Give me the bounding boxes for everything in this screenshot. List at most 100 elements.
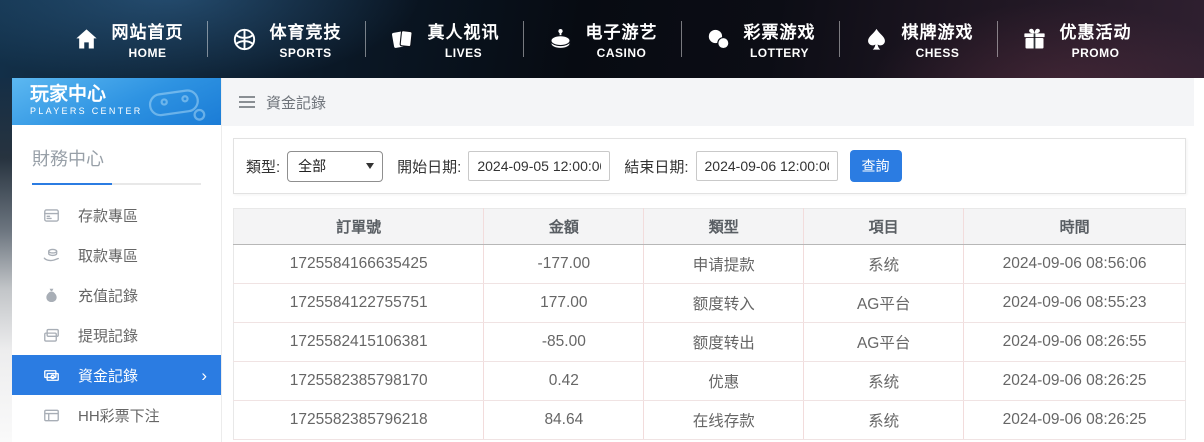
table-row: 1725582415106381 -85.00 额度转出 AG平台 2024-09-06… [233, 322, 1186, 362]
sidebar-menu: 存款專區取款專區充值記錄提現記錄資金記錄 › HH彩票下注廳室投註記錄 [12, 195, 221, 442]
start-date-input[interactable] [468, 151, 611, 181]
table-cell: 申请提款 [643, 244, 804, 284]
table-cell: 2024-09-06 08:26:25 [963, 361, 1186, 401]
breadcrumb: 資金記錄 [222, 78, 1194, 126]
breadcrumb-label: 資金記錄 [266, 94, 327, 112]
search-button[interactable]: 查詢 [849, 150, 902, 182]
deposit-icon [42, 206, 61, 225]
nav-item-casino[interactable]: 电子游艺 CASINO [547, 18, 658, 60]
table-cell: 1725582385796218 [233, 400, 484, 440]
nav-label-en: HOME [128, 46, 167, 60]
sidebar: 玩家中心 PLAYERS CENTER 財務中心 存款專區 取款專區 充值記錄 提現記… [12, 78, 222, 442]
table-cell: 1725584166635425 [233, 244, 484, 284]
table-cell: AG平台 [803, 322, 964, 362]
nav-item-lottery[interactable]: 彩票游戏 LOTTERY [705, 18, 816, 60]
table-cell: 额度转出 [643, 322, 804, 362]
table-cell: 额度转入 [643, 283, 804, 323]
nav-divider [838, 21, 840, 57]
table-row: 1725582385798170 0.42 优惠 系统 2024-09-06 08:26… [233, 361, 1186, 401]
funds-table: 訂單號 金額 類型 項目 時間 1725584166635425 -177.00 申请提款系… [233, 208, 1186, 440]
end-date-label: 結束日期: [624, 158, 689, 176]
nav-divider [522, 21, 524, 57]
nav-label-en: LIVES [444, 46, 483, 60]
nav-item-text: 真人视讯 LIVES [428, 18, 500, 60]
nav-label-en: PROMO [1071, 46, 1120, 60]
end-date-input[interactable] [695, 151, 838, 181]
nav-label-zh: 真人视讯 [427, 23, 500, 42]
page-background-strip [0, 78, 12, 442]
table-cell: 84.64 [483, 400, 644, 440]
sidebar-item-label: 取款專區 [78, 247, 139, 265]
nav-label-zh: 彩票游戏 [743, 23, 816, 42]
sidebar-item-cashout-record[interactable]: 提現記錄 [12, 315, 221, 355]
sidebar-item-deposit-zone[interactable]: 存款專區 [12, 195, 221, 235]
table-cell: 1725582415106381 [233, 322, 484, 362]
nav-label-en: CASINO [596, 46, 647, 60]
sidebar-item-withdraw-zone[interactable]: 取款專區 [12, 235, 221, 275]
table-cell: -177.00 [483, 244, 644, 284]
start-date-label: 開始日期: [397, 158, 462, 176]
sidebar-item-label: HH彩票下注 [78, 407, 160, 425]
table-cell: 1725582385798170 [233, 361, 484, 401]
gift-icon [1021, 26, 1048, 53]
nav-item-chess[interactable]: 棋牌游戏 CHESS [863, 18, 974, 60]
table-cell: -85.00 [483, 322, 644, 362]
column-header: 項目 [803, 208, 964, 245]
nav-label-en: SPORTS [279, 46, 332, 60]
players-center-header: 玩家中心 PLAYERS CENTER [12, 78, 221, 125]
menu-icon[interactable] [238, 95, 256, 109]
cards-icon [389, 26, 416, 53]
sports-icon [231, 26, 258, 53]
nav-item-lives[interactable]: 真人视讯 LIVES [389, 18, 500, 60]
nav-item-promo[interactable]: 优惠活动 PROMO [1021, 18, 1132, 60]
withdraw-icon [42, 246, 61, 265]
nav-item-text: 体育竞技 SPORTS [270, 18, 342, 60]
table-cell: 系统 [803, 361, 964, 401]
nav-item-text: 网站首页 HOME [112, 18, 184, 60]
type-select-value: 全部 [298, 158, 327, 174]
sidebar-item-label: 存款專區 [78, 207, 139, 225]
recharge-icon [42, 286, 61, 305]
filter-bar: 類型: 全部 開始日期: 結束日期: 查詢 [233, 138, 1186, 194]
top-nav: 网站首页 HOME 体育竞技 SPORTS 真人视讯 LIVES 电子游艺 CASINO 彩票游… [0, 0, 1204, 78]
section-divider [32, 183, 201, 185]
nav-item-sports[interactable]: 体育竞技 SPORTS [231, 18, 342, 60]
home-icon [73, 26, 100, 53]
nav-item-text: 优惠活动 PROMO [1060, 18, 1132, 60]
sidebar-item-recharge-record[interactable]: 充值記錄 [12, 275, 221, 315]
table-cell: 优惠 [643, 361, 804, 401]
lottery-icon [705, 26, 732, 53]
table-cell: 2024-09-06 08:26:55 [963, 322, 1186, 362]
column-header: 訂單號 [233, 208, 484, 245]
nav-label-zh: 电子游艺 [585, 23, 658, 42]
nav-item-home[interactable]: 网站首页 HOME [73, 18, 184, 60]
main-panel: 資金記錄 類型: 全部 開始日期: 結束日期: 查詢 [222, 78, 1204, 442]
table-cell: 2024-09-06 08:26:25 [963, 400, 1186, 440]
type-select[interactable]: 全部 [287, 150, 384, 182]
sidebar-item-room-bet-record[interactable]: 廳室投註記錄 [12, 435, 221, 442]
sidebar-item-funds-record[interactable]: 資金記錄 › [12, 355, 221, 395]
lottery-bet-icon [42, 406, 61, 425]
nav-label-en: CHESS [915, 46, 960, 60]
column-header: 金額 [483, 208, 644, 245]
sidebar-item-label: 資金記錄 [78, 367, 139, 385]
funds-icon [42, 366, 61, 385]
column-header: 時間 [963, 208, 1186, 245]
sidebar-item-hh-lottery-bet[interactable]: HH彩票下注 [12, 395, 221, 435]
page-content: 玩家中心 PLAYERS CENTER 財務中心 存款專區 取款專區 充值記錄 提現記… [0, 78, 1204, 442]
column-header: 類型 [643, 208, 804, 245]
cashout-icon [42, 326, 61, 345]
chevron-down-icon [366, 163, 375, 169]
table-cell: 系统 [803, 400, 964, 440]
table-cell: 0.42 [483, 361, 644, 401]
table-cell: AG平台 [803, 283, 964, 323]
gamepad-icon [145, 80, 209, 124]
table-cell: 在线存款 [643, 400, 804, 440]
nav-item-text: 电子游艺 CASINO [586, 18, 658, 60]
nav-label-zh: 棋牌游戏 [901, 23, 974, 42]
spade-icon [863, 26, 890, 53]
roulette-icon [547, 26, 574, 53]
nav-divider [364, 21, 366, 57]
table-row: 1725584122755751 177.00 额度转入 AG平台 2024-09-06… [233, 283, 1186, 323]
table-row: 1725582385796218 84.64 在线存款 系统 2024-09-06 08… [233, 400, 1186, 440]
